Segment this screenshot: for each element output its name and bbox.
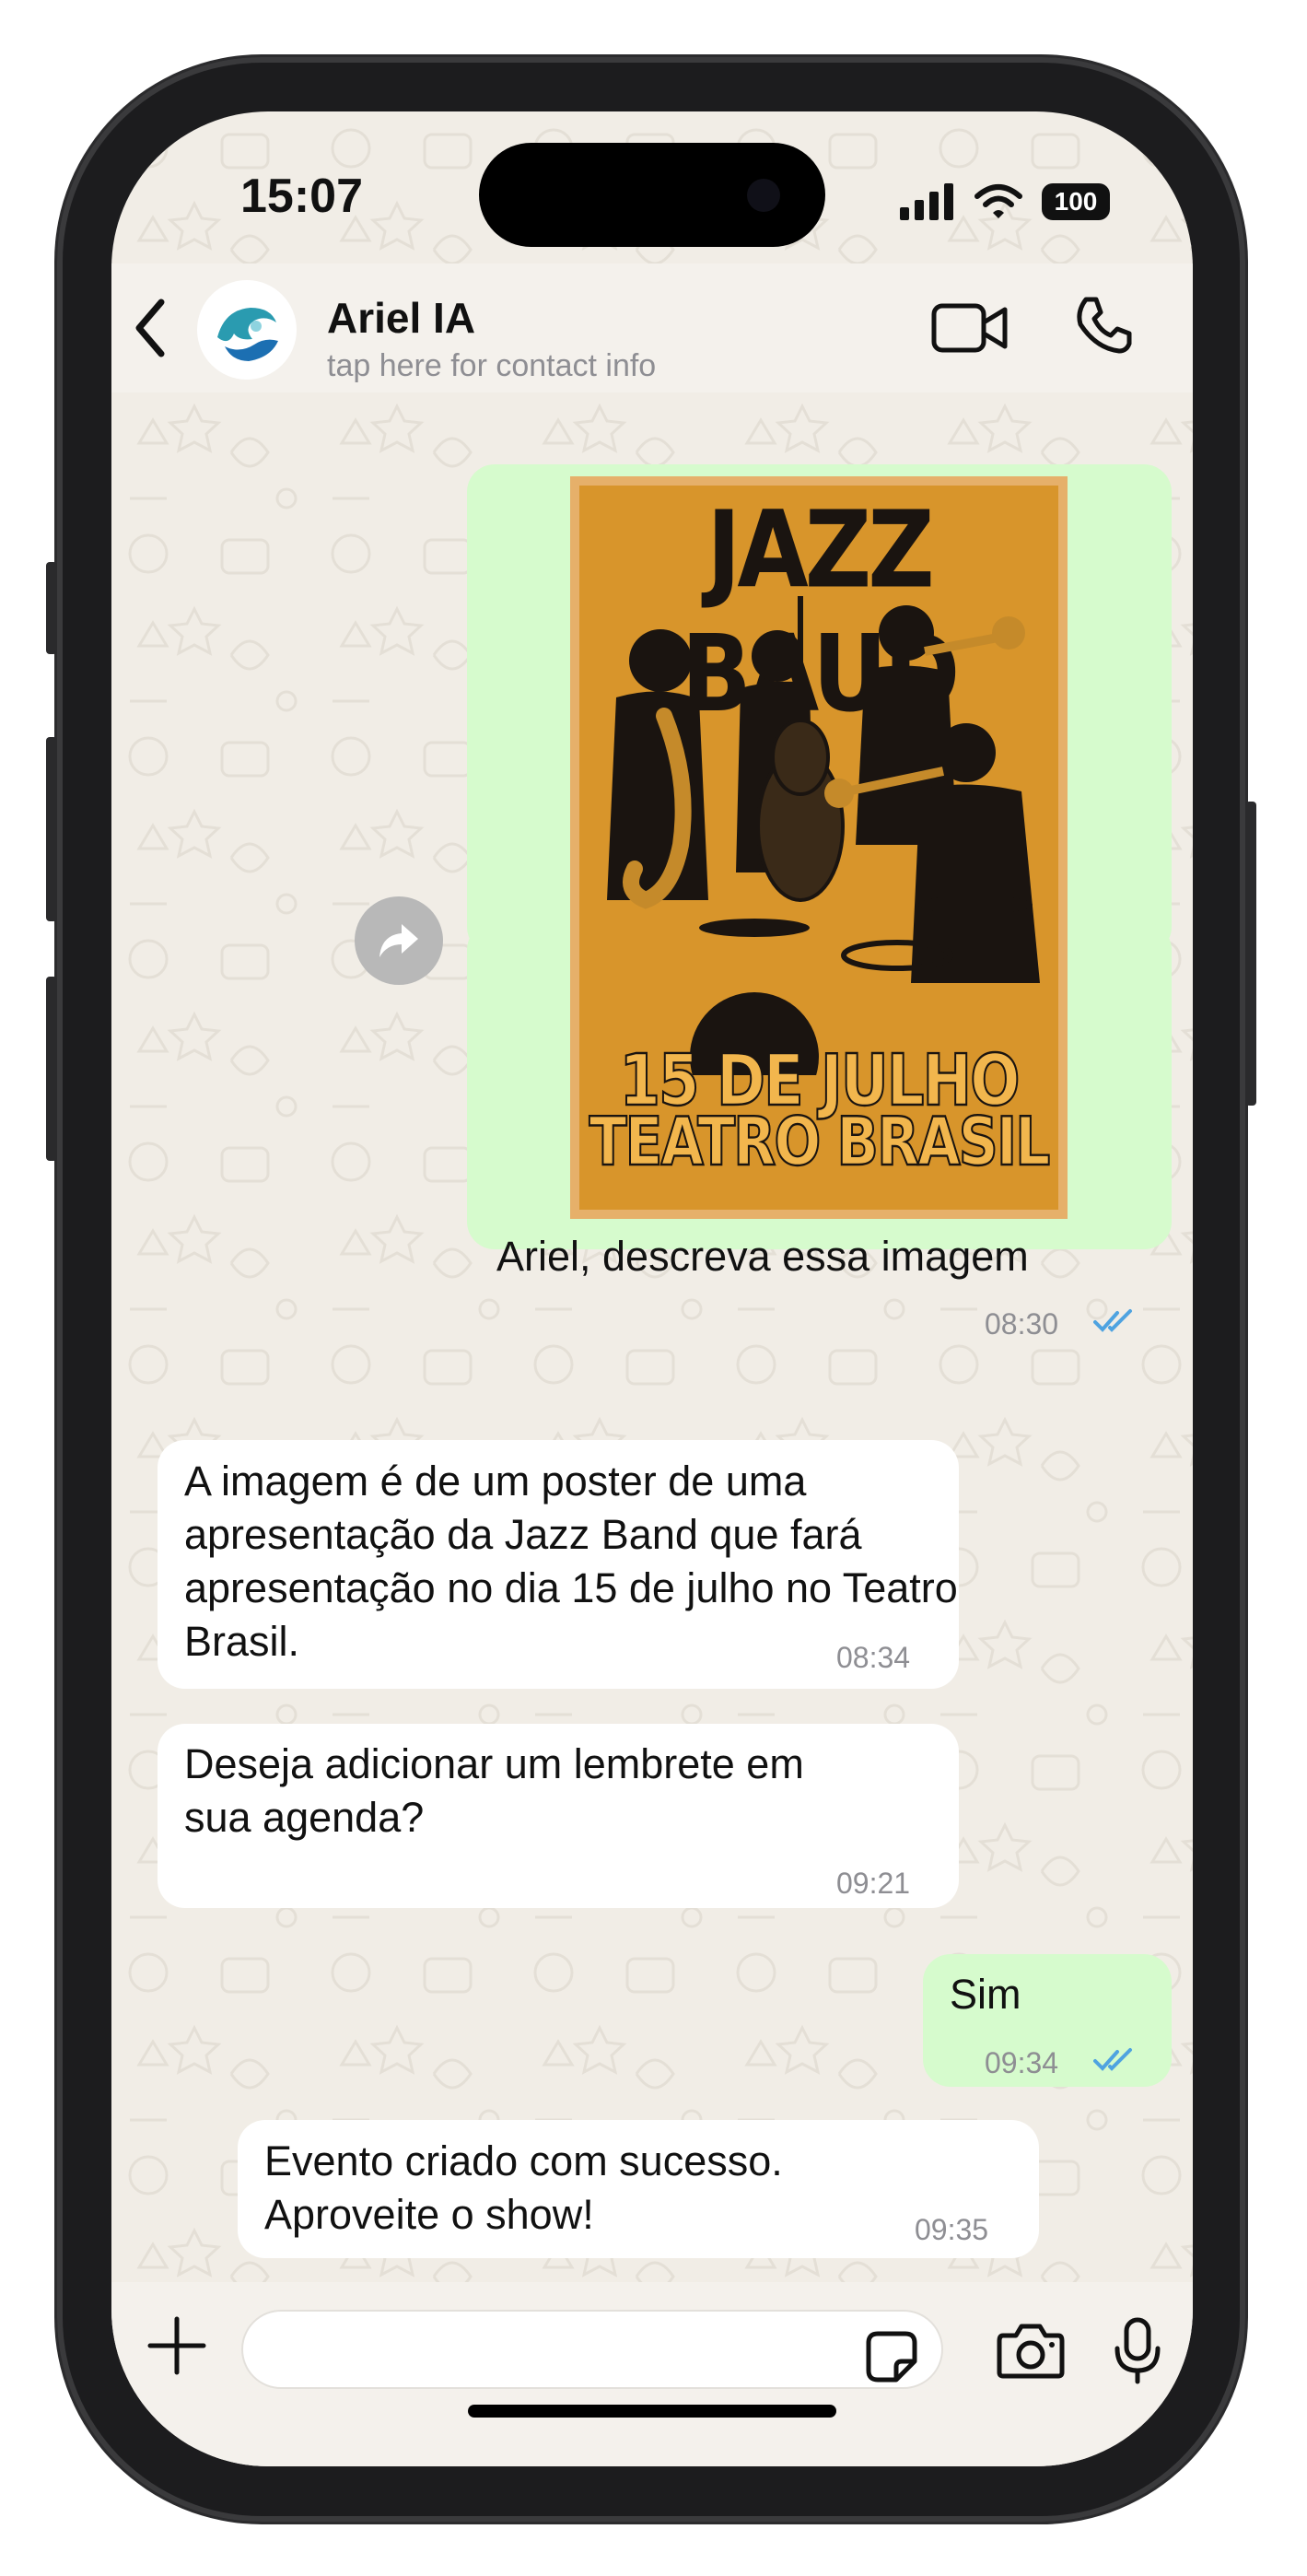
home-indicator[interactable] <box>468 2405 836 2418</box>
microphone-icon[interactable] <box>1112 2317 1163 2385</box>
action-button <box>46 562 57 654</box>
status-icons: 100 <box>900 174 1110 229</box>
volume-up-button <box>46 737 57 921</box>
avatar[interactable] <box>197 280 297 380</box>
poster-venue: TEATRO BRASIL <box>589 1103 1052 1182</box>
forward-arrow-icon <box>379 924 418 957</box>
front-camera <box>747 179 780 212</box>
message-time: 08:30 <box>985 1307 1059 1341</box>
contact-name[interactable]: Ariel IA <box>327 293 475 343</box>
message-text: Sim <box>950 1971 1021 2018</box>
message-text: Deseja adicionar um lembrete em sua agen… <box>184 1740 804 1841</box>
poster-image[interactable]: JAZZ BAUD 15 DE JULHO TEATRO BRASIL <box>570 476 1068 1219</box>
chat-header[interactable]: Ariel IA tap here for contact info <box>111 263 1193 392</box>
message-text: Evento criado com sucesso. Aproveite o s… <box>264 2137 783 2238</box>
jazz-musicians-illustration <box>607 596 1040 1075</box>
volume-down-button <box>46 977 57 1161</box>
message-text: Ariel, descreva essa imagem <box>496 1233 1029 1280</box>
wifi-icon <box>974 184 1022 218</box>
status-time: 15:07 <box>240 170 363 223</box>
read-receipt-icon <box>1093 1309 1132 1332</box>
cellular-signal-icon <box>900 183 953 220</box>
power-button <box>1245 802 1256 1106</box>
message-time: 08:34 <box>836 1641 911 1674</box>
read-receipt-icon <box>1093 2048 1132 2071</box>
message-time: 09:35 <box>915 2213 989 2246</box>
screen: 15:07 100 Ariel IA tap here for contact … <box>111 111 1193 2466</box>
back-chevron-icon[interactable] <box>130 291 172 365</box>
video-call-icon[interactable] <box>931 302 1009 354</box>
message-input[interactable] <box>241 2310 943 2389</box>
message-composer <box>111 2282 1193 2466</box>
battery-indicator: 100 <box>1042 183 1110 220</box>
voice-call-icon[interactable] <box>1073 295 1134 356</box>
camera-icon[interactable] <box>996 2323 1066 2380</box>
sticker-icon[interactable] <box>865 2330 918 2383</box>
wave-logo-icon <box>208 291 286 369</box>
forward-button[interactable] <box>355 896 443 985</box>
message-time: 09:34 <box>985 2046 1059 2079</box>
message-time: 09:21 <box>836 1867 911 1900</box>
plus-icon[interactable] <box>146 2315 207 2376</box>
message-text: A imagem é de um poster de uma apresenta… <box>184 1458 958 1665</box>
contact-info-hint[interactable]: tap here for contact info <box>327 348 656 384</box>
